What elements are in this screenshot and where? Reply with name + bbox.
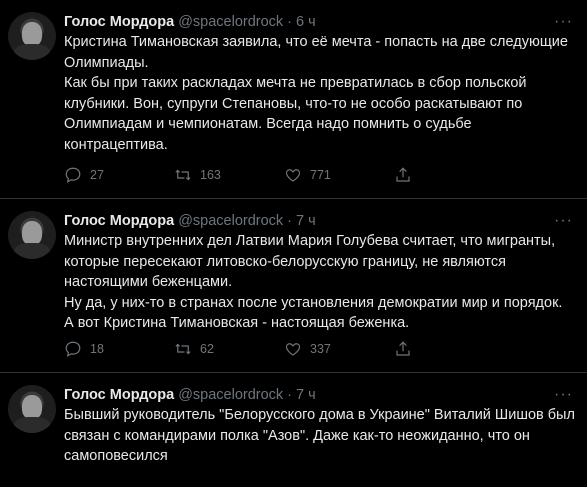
tweet-text: Бывший руководитель "Белорусского дома в… [64, 405, 576, 467]
retweet-button[interactable]: 163 [174, 166, 274, 184]
tweet[interactable]: Голос Мордора @spacelordrock · 7 ч ··· Б… [0, 373, 587, 487]
author-name[interactable]: Голос Мордора [64, 385, 174, 405]
retweet-icon [175, 169, 191, 181]
author-handle[interactable]: @spacelordrock [178, 12, 283, 32]
tweet[interactable]: Голос Мордора @spacelordrock · 6 ч ··· К… [0, 0, 587, 199]
more-options-icon[interactable]: ··· [554, 385, 573, 405]
like-count: 771 [310, 168, 331, 182]
reply-count: 18 [90, 342, 104, 356]
timestamp[interactable]: 6 ч [296, 12, 316, 32]
timestamp[interactable]: 7 ч [296, 385, 316, 405]
separator-dot: · [287, 387, 293, 403]
separator-dot: · [287, 14, 293, 30]
share-button[interactable] [394, 340, 494, 358]
share-button[interactable] [394, 166, 494, 184]
tweet-actions: 27 163 771 [64, 166, 494, 184]
author-name[interactable]: Голос Мордора [64, 211, 174, 231]
tweet-paragraph: Министр внутренних дел Латвии Мария Голу… [64, 233, 556, 290]
reply-button[interactable]: 18 [64, 340, 164, 358]
retweet-count: 62 [200, 342, 214, 356]
more-options-icon[interactable]: ··· [554, 211, 573, 231]
timestamp[interactable]: 7 ч [296, 211, 316, 231]
tweet-text: Кристина Тимановская заявила, что её меч… [64, 32, 576, 155]
author-name[interactable]: Голос Мордора [64, 12, 174, 32]
share-icon [396, 167, 410, 182]
heart-icon [285, 343, 301, 356]
retweet-count: 163 [200, 168, 221, 182]
tweet-paragraph: Бывший руководитель "Белорусского дома в… [64, 407, 575, 464]
heart-icon [285, 169, 301, 182]
retweet-icon [175, 343, 191, 355]
more-options-icon[interactable]: ··· [554, 12, 573, 32]
tweet[interactable]: Голос Мордора @spacelordrock · 7 ч ··· М… [0, 199, 587, 373]
author-handle[interactable]: @spacelordrock [178, 385, 283, 405]
tweet-paragraph: Кристина Тимановская заявила, что её меч… [64, 34, 568, 71]
tweet-header: Голос Мордора @spacelordrock · 6 ч [64, 12, 571, 32]
reply-button[interactable]: 27 [64, 166, 164, 184]
like-count: 337 [310, 342, 331, 356]
like-button[interactable]: 771 [284, 166, 384, 184]
author-handle[interactable]: @spacelordrock [178, 211, 283, 231]
retweet-button[interactable]: 62 [174, 340, 274, 358]
reply-count: 27 [90, 168, 104, 182]
avatar[interactable] [8, 385, 56, 433]
tweet-header: Голос Мордора @spacelordrock · 7 ч [64, 385, 571, 405]
like-button[interactable]: 337 [284, 340, 384, 358]
tweet-actions: 18 62 337 [64, 340, 494, 358]
reply-icon [65, 341, 81, 357]
reply-icon [65, 167, 81, 183]
tweet-text: Министр внутренних дел Латвии Мария Голу… [64, 231, 576, 334]
tweet-paragraph: Как бы при таких раскладах мечта не прев… [64, 75, 527, 153]
share-icon [396, 341, 410, 356]
tweet-paragraph: Ну да, у них-то в странах после установл… [64, 294, 563, 332]
avatar[interactable] [8, 211, 56, 259]
tweet-header: Голос Мордора @spacelordrock · 7 ч [64, 211, 571, 231]
avatar[interactable] [8, 12, 56, 60]
separator-dot: · [287, 213, 293, 229]
